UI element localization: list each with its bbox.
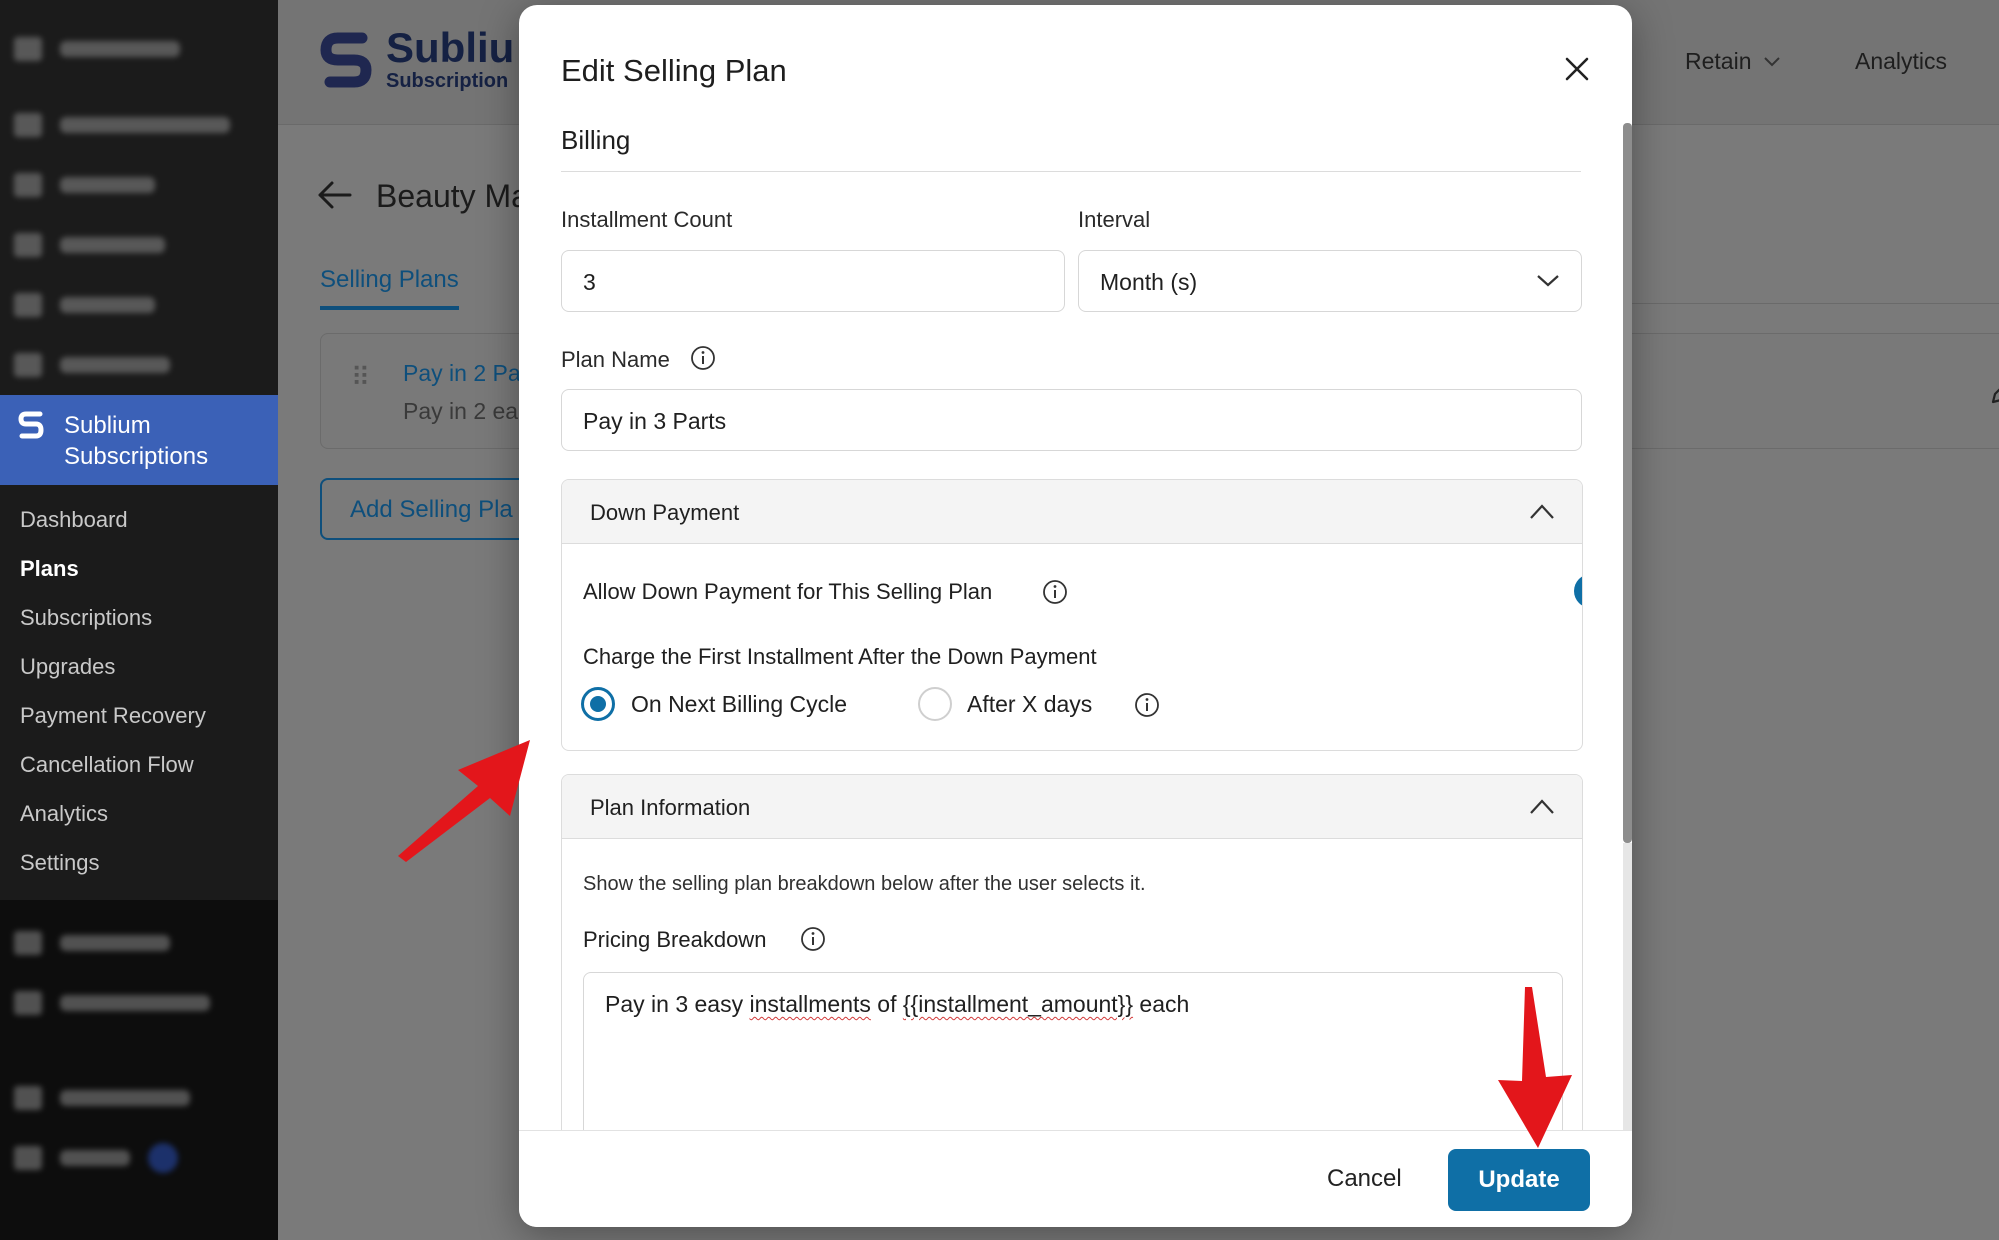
blurred-menu-item bbox=[14, 172, 155, 198]
sidebar-lower-section bbox=[0, 900, 278, 1240]
radio-after-x-days-label[interactable]: After X days bbox=[967, 691, 1092, 718]
info-icon[interactable] bbox=[690, 345, 716, 371]
blurred-menu-item bbox=[14, 112, 230, 138]
interval-select[interactable]: Month (s) bbox=[1078, 250, 1582, 312]
update-button[interactable]: Update bbox=[1448, 1149, 1590, 1211]
interval-label: Interval bbox=[1078, 207, 1151, 232]
edit-pencil-icon[interactable] bbox=[1987, 374, 1999, 408]
chevron-down-icon bbox=[1764, 56, 1781, 66]
nav-retain-label: Retain bbox=[1685, 48, 1752, 74]
tab-selling-plans[interactable]: Selling Plans bbox=[320, 266, 459, 310]
chevron-down-icon bbox=[1537, 275, 1559, 287]
sidebar-item-analytics[interactable]: Analytics bbox=[20, 801, 108, 827]
pricing-text-variable: {{installment_amount}} bbox=[902, 991, 1134, 1017]
sidebar-item-cancellation-flow[interactable]: Cancellation Flow bbox=[20, 752, 194, 778]
interval-selected-value: Month (s) bbox=[1100, 269, 1198, 295]
sidebar-item-plans[interactable]: Plans bbox=[20, 556, 79, 582]
info-icon[interactable] bbox=[1042, 579, 1068, 605]
down-payment-header[interactable]: Down Payment bbox=[562, 480, 1582, 544]
plan-name-input[interactable]: Pay in 3 Parts bbox=[561, 389, 1582, 451]
blurred-menu-item bbox=[14, 990, 210, 1016]
brand-name: Subliu bbox=[386, 24, 515, 71]
sidebar-item-upgrades[interactable]: Upgrades bbox=[20, 654, 115, 680]
pricing-text-part: each bbox=[1133, 991, 1190, 1017]
plugin-name: Sublium Subscriptions bbox=[64, 412, 209, 470]
blurred-menu-item bbox=[14, 352, 170, 378]
modal-footer: Cancel Update bbox=[519, 1130, 1632, 1227]
installment-count-label: Installment Count bbox=[561, 207, 733, 232]
billing-heading: Billing bbox=[561, 125, 631, 155]
brand-subtitle: Subscription bbox=[386, 70, 509, 92]
modal-scrollbar-track[interactable] bbox=[1623, 843, 1632, 1133]
brand: Subliu Subscription bbox=[320, 26, 514, 93]
sidebar-plugin-header[interactable]: Sublium Subscriptions bbox=[0, 395, 278, 485]
installment-count-input[interactable]: 3 bbox=[561, 250, 1065, 312]
plan-information-header[interactable]: Plan Information bbox=[562, 775, 1582, 839]
modal-scrollbar[interactable] bbox=[1623, 123, 1632, 843]
sidebar-item-dashboard[interactable]: Dashboard bbox=[20, 507, 128, 533]
modal-title: Edit Selling Plan bbox=[561, 53, 787, 88]
blurred-menu-item bbox=[14, 232, 165, 258]
radio-next-billing-cycle[interactable] bbox=[581, 687, 615, 721]
charge-first-installment-label: Charge the First Installment After the D… bbox=[583, 644, 1097, 669]
radio-after-x-days[interactable] bbox=[918, 687, 952, 721]
pricing-breakdown-label: Pricing Breakdown bbox=[583, 927, 767, 952]
pricing-text-spellcheck: installments bbox=[749, 991, 871, 1017]
plan-name-label: Plan Name bbox=[561, 347, 670, 372]
sublium-logo-icon bbox=[18, 410, 44, 440]
pricing-text-part: of bbox=[870, 991, 903, 1017]
nav-retain[interactable]: Retain bbox=[1685, 48, 1781, 75]
info-icon[interactable] bbox=[800, 926, 826, 952]
admin-sidebar: Sublium Subscriptions Dashboard Plans Su… bbox=[0, 0, 278, 1240]
sublium-brand-icon bbox=[320, 32, 372, 87]
plan-information-title: Plan Information bbox=[590, 795, 751, 820]
back-arrow-icon[interactable] bbox=[316, 180, 352, 219]
close-icon[interactable] bbox=[1559, 51, 1595, 87]
sidebar-item-subscriptions[interactable]: Subscriptions bbox=[20, 605, 152, 631]
allow-down-payment-label: Allow Down Payment for This Selling Plan bbox=[583, 579, 993, 604]
blurred-menu-item bbox=[14, 930, 170, 956]
edit-selling-plan-modal: Edit Selling Plan Billing Installment Co… bbox=[519, 5, 1632, 1227]
allow-down-payment-toggle[interactable] bbox=[1574, 574, 1582, 608]
billing-divider bbox=[561, 171, 1581, 172]
down-payment-title: Down Payment bbox=[590, 500, 740, 525]
drag-handle-icon[interactable]: ⠿ bbox=[351, 362, 370, 393]
blurred-menu-item bbox=[14, 1085, 190, 1111]
cancel-button[interactable]: Cancel bbox=[1317, 1159, 1412, 1199]
blurred-menu-item bbox=[14, 292, 155, 318]
pricing-text-part: Pay in 3 easy bbox=[605, 991, 750, 1017]
page-title: Beauty Ma bbox=[376, 178, 529, 214]
plan-card-subtitle: Pay in 2 ea bbox=[403, 398, 519, 424]
annotation-arrow-icon bbox=[398, 740, 530, 862]
blurred-menu-item bbox=[14, 36, 180, 62]
blurred-menu-item bbox=[14, 1143, 178, 1173]
tabs-divider bbox=[1628, 303, 1999, 304]
plan-information-description: Show the selling plan breakdown below af… bbox=[583, 873, 1146, 895]
nav-analytics-label: Analytics bbox=[1855, 48, 1948, 74]
sidebar-item-payment-recovery[interactable]: Payment Recovery bbox=[20, 703, 206, 729]
plan-card-title[interactable]: Pay in 2 Pa bbox=[403, 360, 521, 387]
nav-analytics[interactable]: Analytics bbox=[1855, 48, 1947, 75]
chevron-up-icon[interactable] bbox=[1528, 500, 1556, 524]
info-icon[interactable] bbox=[1134, 692, 1160, 718]
annotation-arrow-icon bbox=[1498, 987, 1572, 1148]
chevron-up-icon[interactable] bbox=[1528, 795, 1556, 819]
sidebar-item-settings[interactable]: Settings bbox=[20, 850, 100, 876]
down-payment-section: Down Payment Allow Down Payment for This… bbox=[561, 479, 1583, 751]
radio-next-billing-cycle-label[interactable]: On Next Billing Cycle bbox=[631, 691, 847, 718]
